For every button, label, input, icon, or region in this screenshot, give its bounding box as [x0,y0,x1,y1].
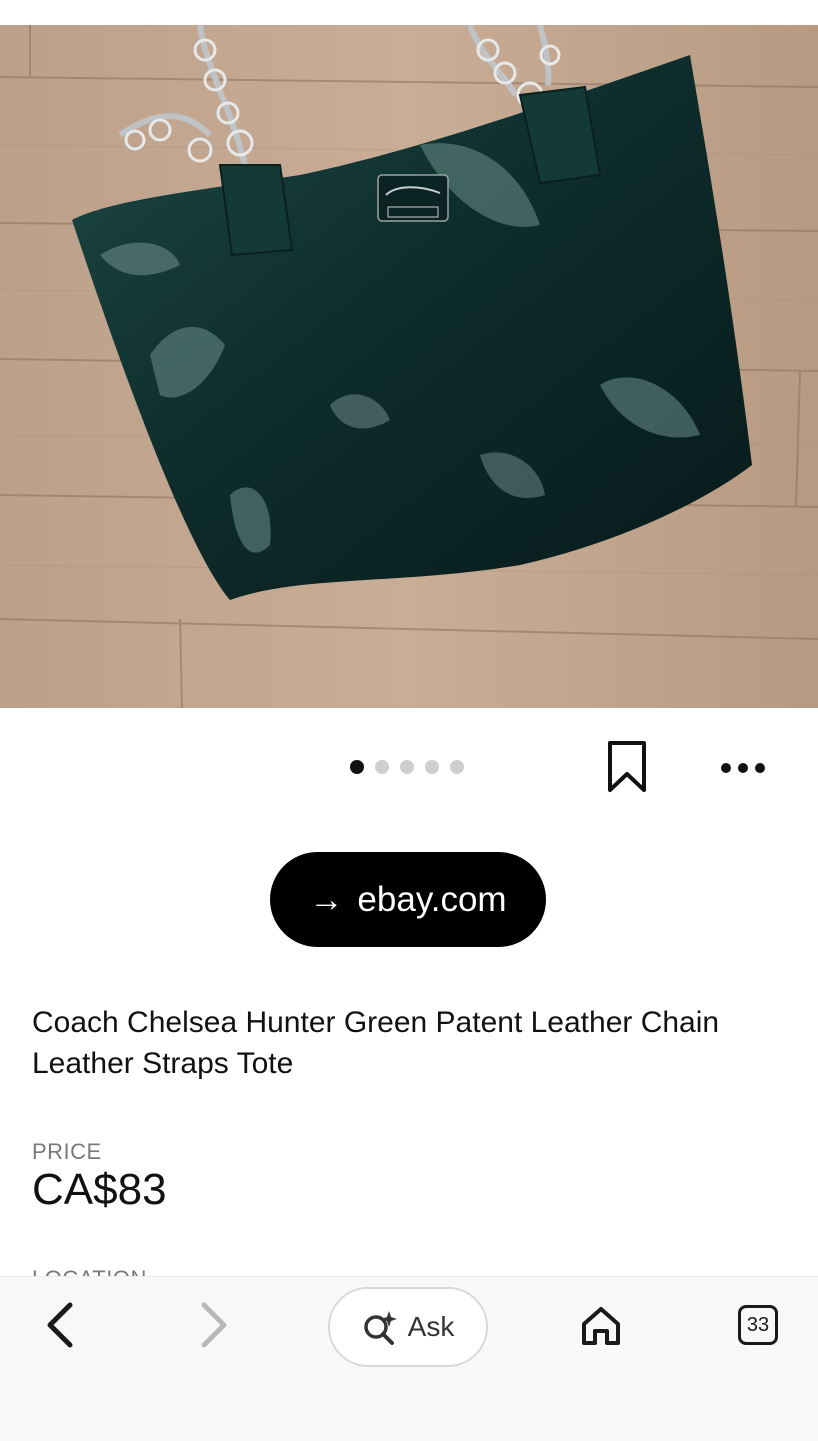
carousel-indicator[interactable] [350,760,464,774]
price-label: PRICE [32,1139,102,1164]
more-options-button[interactable] [718,750,768,786]
product-title: Coach Chelsea Hunter Green Patent Leathe… [32,1006,720,1080]
tabs-button[interactable]: 33 [735,1302,781,1348]
forward-button[interactable] [192,1297,238,1353]
image-controls [0,708,818,826]
back-button[interactable] [36,1297,82,1353]
carousel-dot[interactable] [450,760,464,774]
bookmark-icon [608,741,646,792]
ask-button[interactable]: Ask [328,1287,488,1367]
chevron-right-icon [201,1302,227,1348]
home-icon [582,1307,620,1345]
more-horizontal-icon [721,763,765,773]
visit-site-button[interactable]: → ebay.com [270,852,546,947]
save-button[interactable] [604,738,650,796]
site-domain-label: ebay.com [357,879,507,919]
search-sparkle-icon [363,1311,397,1345]
tabs-count: 33 [738,1305,778,1345]
chevron-left-icon [47,1302,73,1348]
price-value: CA$83 [32,1165,167,1214]
ask-label: Ask [407,1311,455,1342]
home-button[interactable] [576,1301,626,1351]
browser-toolbar: Ask 33 [0,1276,818,1441]
carousel-dot[interactable] [400,760,414,774]
carousel-dot[interactable] [425,760,439,774]
arrow-right-icon: → [309,880,344,919]
top-strip [0,0,818,25]
product-image[interactable] [0,25,818,708]
carousel-dot[interactable] [375,760,389,774]
carousel-dot-active[interactable] [350,760,364,774]
